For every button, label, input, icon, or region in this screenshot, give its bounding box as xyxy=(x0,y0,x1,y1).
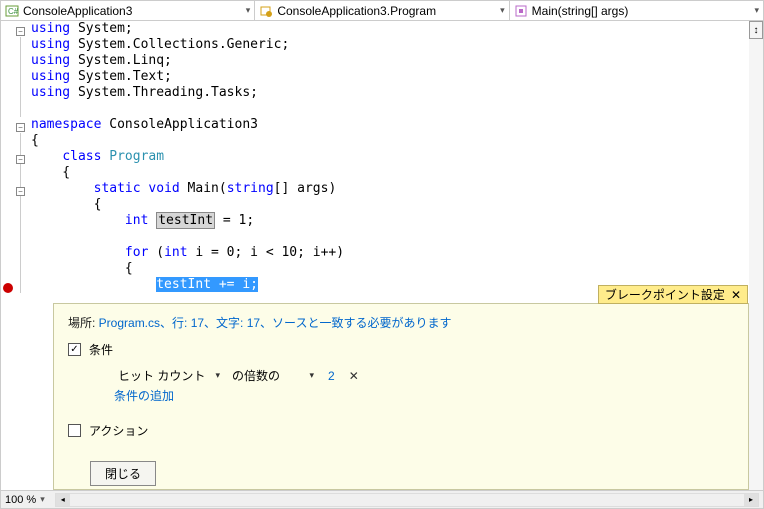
zoom-level[interactable]: 100 % xyxy=(5,494,36,506)
breakpoint-gutter[interactable] xyxy=(1,21,15,491)
close-icon[interactable]: ✕ xyxy=(731,288,741,302)
chevron-down-icon[interactable]: ▾ xyxy=(40,494,45,505)
nav-project-label: ConsoleApplication3 xyxy=(23,4,132,18)
fold-toggle[interactable]: − xyxy=(16,187,25,196)
scroll-left-icon[interactable]: ◂ xyxy=(56,494,70,506)
chevron-down-icon: ▾ xyxy=(215,370,220,381)
fold-column: − − − − xyxy=(15,21,27,491)
location-detail[interactable]: Program.cs、行: 17、文字: 17、ソースと一致する必要があります xyxy=(99,316,452,330)
nav-project[interactable]: C# ConsoleApplication3 ▾ xyxy=(1,1,255,20)
add-condition-link[interactable]: 条件の追加 xyxy=(114,387,174,404)
fold-toggle[interactable]: − xyxy=(16,155,25,164)
csharp-icon: C# xyxy=(5,4,19,18)
nav-method-label: Main(string[] args) xyxy=(532,4,629,18)
chevron-down-icon: ▾ xyxy=(246,5,251,16)
fold-toggle[interactable]: − xyxy=(16,27,25,36)
condition-operator-dropdown[interactable]: の倍数の ▾ xyxy=(228,366,318,385)
nav-class[interactable]: ConsoleApplication3.Program ▾ xyxy=(255,1,509,20)
chevron-down-icon: ▾ xyxy=(309,370,314,381)
nav-method[interactable]: Main(string[] args) ▾ xyxy=(510,1,763,20)
remove-condition-icon[interactable]: ✕ xyxy=(345,369,363,383)
breakpoint-icon[interactable] xyxy=(3,283,13,293)
scroll-right-icon[interactable]: ▸ xyxy=(744,494,758,506)
actions-checkbox[interactable] xyxy=(68,424,81,437)
condition-type-dropdown[interactable]: ヒット カウント ▾ xyxy=(114,366,224,385)
nav-class-label: ConsoleApplication3.Program xyxy=(277,4,436,18)
actions-label: アクション xyxy=(89,422,148,439)
class-icon xyxy=(259,4,273,18)
conditions-checkbox[interactable]: ✓ xyxy=(68,343,81,356)
close-button[interactable]: 閉じる xyxy=(90,461,156,486)
fold-toggle[interactable]: − xyxy=(16,123,25,132)
status-bar: 100 % ▾ ◂ ▸ xyxy=(1,490,763,508)
method-icon xyxy=(514,4,528,18)
breakpoint-settings-panel: ブレークポイント設定 ✕ 場所: Program.cs、行: 17、文字: 17… xyxy=(53,303,749,490)
conditions-label: 条件 xyxy=(89,341,113,358)
location-label: 場所: xyxy=(68,316,99,330)
location-text: 場所: Program.cs、行: 17、文字: 17、ソースと一致する必要があ… xyxy=(68,314,734,331)
panel-title-text: ブレークポイント設定 xyxy=(605,286,725,303)
panel-title-bar: ブレークポイント設定 ✕ xyxy=(598,285,748,304)
condition-value[interactable]: 2 xyxy=(322,369,341,383)
chevron-down-icon: ▾ xyxy=(500,5,505,16)
vertical-scrollbar[interactable] xyxy=(749,39,763,490)
svg-text:C#: C# xyxy=(8,7,19,16)
condition-operator-value: の倍数の xyxy=(232,367,280,384)
chevron-down-icon: ▾ xyxy=(754,5,759,16)
condition-type-value: ヒット カウント xyxy=(118,367,205,384)
horizontal-scrollbar[interactable]: ◂ ▸ xyxy=(55,493,759,507)
nav-bar: C# ConsoleApplication3 ▾ ConsoleApplicat… xyxy=(1,1,763,21)
